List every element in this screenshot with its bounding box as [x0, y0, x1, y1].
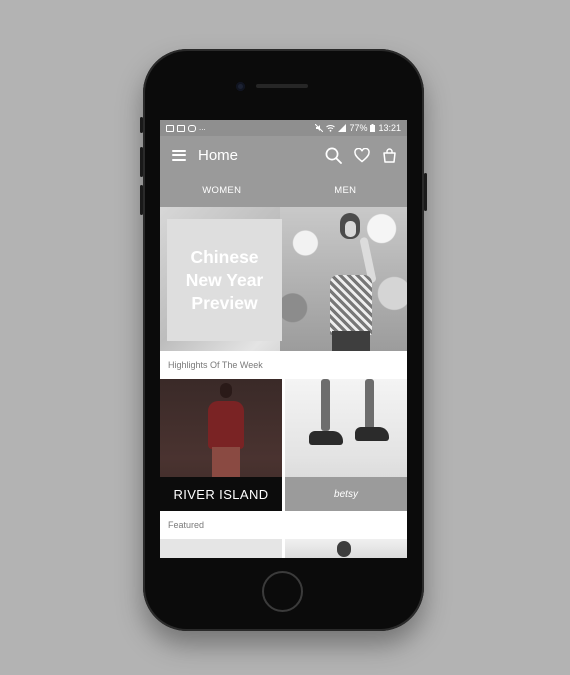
tab-men[interactable]: MEN — [284, 174, 408, 207]
river-island-logo: RIVER ISLAND — [160, 477, 282, 511]
battery-icon — [370, 124, 376, 132]
volume-down-button — [140, 185, 143, 215]
featured-heading: Featured — [160, 511, 407, 539]
phone-mockup: ... 77% 13:21 Home WOMEN MEN Chinese New… — [140, 49, 427, 631]
more-notifications: ... — [199, 123, 206, 132]
search-icon[interactable] — [325, 147, 342, 164]
highlight-card-river-island[interactable]: RIVER ISLAND — [160, 379, 282, 511]
highlights-row: RIVER ISLAND betsy — [160, 379, 407, 511]
heart-icon[interactable] — [354, 147, 370, 163]
mute-icon — [315, 124, 324, 132]
highlight-card-betsy[interactable]: betsy — [285, 379, 407, 511]
home-button[interactable] — [262, 571, 303, 612]
featured-model-photo — [337, 541, 351, 557]
featured-card[interactable] — [285, 539, 407, 558]
menu-icon[interactable] — [172, 149, 186, 161]
phone-screen: ... 77% 13:21 Home WOMEN MEN Chinese New… — [160, 120, 407, 558]
river-island-model-photo — [204, 383, 248, 479]
status-indicators: 77% 13:21 — [315, 123, 401, 133]
instagram-notification-icon — [188, 124, 196, 132]
volume-up-button — [140, 147, 143, 177]
hero-model-photo — [320, 213, 380, 351]
signal-icon — [338, 124, 347, 132]
highlights-heading: Highlights Of The Week — [160, 351, 407, 379]
battery-percent: 77% — [349, 123, 368, 133]
hero-headline: Chinese New Year Preview — [185, 246, 264, 313]
hero-banner[interactable]: Chinese New Year Preview — [160, 207, 407, 351]
status-bar: ... 77% 13:21 — [160, 120, 407, 136]
hero-promo-card[interactable]: Chinese New Year Preview — [167, 219, 282, 341]
page-title: Home — [198, 146, 239, 164]
betsy-logo: betsy — [285, 477, 407, 511]
gender-tabs: WOMEN MEN — [160, 174, 407, 207]
betsy-shoes-photo — [307, 379, 389, 465]
status-notifications: ... — [166, 124, 206, 132]
app-bar: Home — [160, 136, 407, 174]
featured-row — [160, 539, 407, 558]
flipboard-notification-icon — [177, 124, 185, 132]
app-bar-actions — [325, 147, 397, 164]
image-notification-icon — [166, 124, 174, 132]
featured-card[interactable] — [160, 539, 282, 558]
tab-women[interactable]: WOMEN — [160, 174, 284, 207]
front-camera — [236, 82, 245, 91]
clock: 13:21 — [378, 123, 401, 133]
power-button — [424, 173, 427, 211]
background: ... 77% 13:21 Home WOMEN MEN Chinese New… — [0, 0, 570, 675]
wifi-icon — [326, 125, 336, 132]
bag-icon[interactable] — [382, 147, 397, 163]
silent-switch — [140, 117, 143, 133]
earpiece-speaker — [256, 84, 308, 88]
